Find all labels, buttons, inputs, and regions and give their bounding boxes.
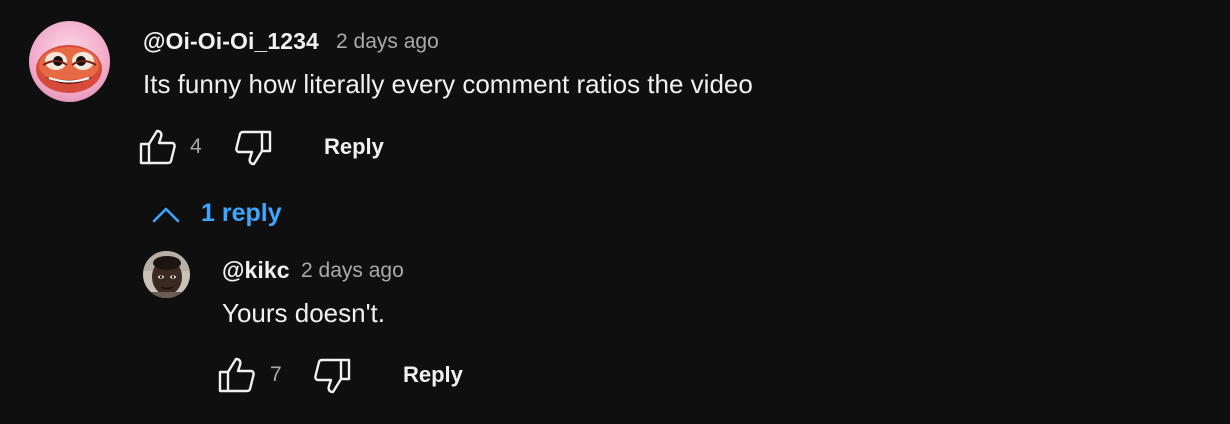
thumbs-up-icon [139,129,176,165]
comment-author[interactable]: @Oi-Oi-Oi_1234 [143,28,319,55]
thumbs-down-icon [235,130,272,166]
reply-author[interactable]: @kikc [222,257,290,284]
avatar[interactable] [29,21,110,102]
like-count: 4 [190,135,202,158]
reply-button[interactable]: Reply [324,134,384,160]
reply-avatar[interactable] [143,251,190,298]
pepe-frog-avatar-icon [29,21,110,102]
like-button[interactable] [139,128,177,166]
thumbs-up-icon [218,357,255,393]
user-photo-avatar-icon [143,251,190,298]
reply-like-button[interactable] [218,356,256,394]
comment-timestamp[interactable]: 2 days ago [336,30,439,54]
chevron-up-icon [152,207,180,222]
reply-reply-button[interactable]: Reply [403,362,463,388]
replies-toggle-button[interactable]: 1 reply [151,199,282,228]
reply-text: Yours doesn't. [222,298,386,328]
reply-like-count: 7 [270,363,282,386]
replies-count-label: 1 reply [201,199,282,227]
dislike-button[interactable] [234,129,272,167]
thumbs-down-icon [314,358,351,394]
reply-timestamp[interactable]: 2 days ago [301,259,404,283]
comment-text: Its funny how literally every comment ra… [143,69,753,99]
reply-dislike-button[interactable] [313,357,351,395]
